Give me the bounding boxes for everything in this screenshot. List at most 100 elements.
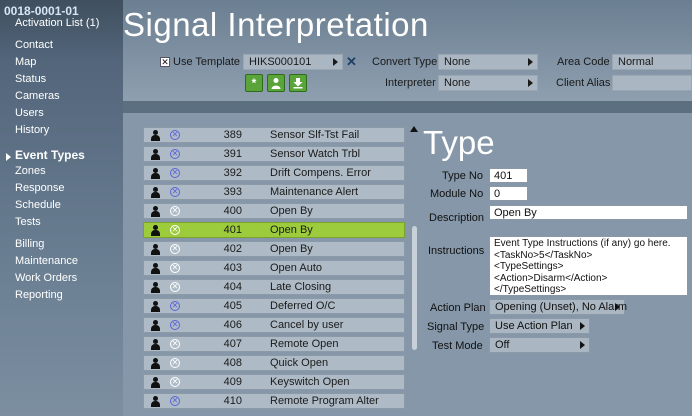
event-row[interactable]: ✕ 392 Drift Compens. Error [143, 165, 405, 181]
download-button[interactable] [289, 74, 307, 92]
circle-x-icon: ✕ [170, 263, 180, 273]
person-icon [150, 187, 160, 198]
person-icon [150, 225, 160, 236]
sidebar-item-tests[interactable]: Tests [15, 216, 41, 228]
sidebar-item-history[interactable]: History [15, 124, 49, 136]
person-icon [150, 244, 160, 255]
instructions-textarea[interactable]: Event Type Instructions (if any) go here… [489, 236, 688, 296]
circle-x-icon: ✕ [170, 130, 180, 140]
circle-x-icon: ✕ [170, 396, 180, 406]
event-row[interactable]: ✕ 400 Open By [143, 203, 405, 219]
event-row[interactable]: ✕ 402 Open By [143, 241, 405, 257]
event-row[interactable]: ✕ 407 Remote Open [143, 336, 405, 352]
event-number: 404 [223, 281, 242, 293]
person-icon [150, 301, 160, 312]
event-number: 409 [223, 376, 242, 388]
event-row[interactable]: ✕ 403 Open Auto [143, 260, 405, 276]
interpreter-select[interactable]: None [438, 75, 538, 91]
area-code-select[interactable]: Normal [612, 54, 692, 70]
sidebar-item-users[interactable]: Users [15, 107, 44, 119]
test-mode-select[interactable]: Off [489, 337, 590, 353]
event-row[interactable]: ✕ 406 Cancel by user [143, 317, 405, 333]
sidebar-item-contact[interactable]: Contact [15, 39, 53, 51]
event-row[interactable]: ✕ 389 Sensor Slf-Tst Fail [143, 127, 405, 143]
scrollbar-thumb[interactable] [412, 226, 417, 350]
person-icon [150, 358, 160, 369]
detail-heading: Type [423, 124, 495, 161]
event-name: Deferred O/C [270, 300, 336, 312]
event-row[interactable]: ✕ 409 Keyswitch Open [143, 374, 405, 390]
action-plan-label: Action Plan [430, 302, 486, 314]
event-number: 405 [223, 300, 242, 312]
module-no-field[interactable]: 0 [489, 186, 528, 201]
activation-list-link[interactable]: Activation List (1) [15, 17, 99, 29]
convert-type-select[interactable]: None [438, 54, 538, 70]
active-nav-arrow-icon [6, 153, 11, 161]
circle-x-icon: ✕ [170, 206, 180, 216]
circle-x-icon: ✕ [170, 339, 180, 349]
event-name: Sensor Watch Trbl [270, 148, 361, 160]
person-icon [150, 263, 160, 274]
event-name: Open By [270, 224, 313, 236]
sidebar-item-maintenance[interactable]: Maintenance [15, 255, 78, 267]
use-template-label: Use Template [173, 56, 241, 68]
description-field[interactable]: Open By [489, 205, 688, 220]
event-row[interactable]: ✕ 393 Maintenance Alert [143, 184, 405, 200]
chevron-right-icon [333, 58, 338, 66]
event-row[interactable]: ✕ 404 Late Closing [143, 279, 405, 295]
account-number[interactable]: 0018-0001-01 [4, 4, 79, 18]
event-row[interactable]: ✕ 401 Open By [143, 222, 405, 238]
event-name: Sensor Slf-Tst Fail [270, 129, 360, 141]
person-icon [150, 206, 160, 217]
sidebar-item-response[interactable]: Response [15, 182, 65, 194]
sidebar-item-reporting[interactable]: Reporting [15, 289, 63, 301]
circle-x-icon: ✕ [170, 282, 180, 292]
convert-type-value: None [444, 56, 471, 68]
person-icon [150, 339, 160, 350]
event-row[interactable]: ✕ 405 Deferred O/C [143, 298, 405, 314]
action-plan-select[interactable]: Opening (Unset), No Alarm [489, 299, 628, 315]
sidebar-item-status[interactable]: Status [15, 73, 46, 85]
circle-x-icon: ✕ [170, 187, 180, 197]
event-name: Remote Open [270, 338, 339, 350]
sidebar-item-cameras[interactable]: Cameras [15, 90, 60, 102]
sidebar-item-event-types[interactable]: Event Types [15, 148, 85, 162]
person-icon [150, 377, 160, 388]
description-label: Description [429, 212, 485, 224]
person-icon [150, 149, 160, 160]
person-button[interactable] [267, 74, 285, 92]
action-plan-value: Opening (Unset), No Alarm [495, 301, 628, 313]
event-number: 403 [223, 262, 242, 274]
signal-type-value: Use Action Plan [495, 320, 573, 332]
sidebar-item-map[interactable]: Map [15, 56, 36, 68]
asterisk-button[interactable]: * [245, 74, 263, 92]
signal-type-select[interactable]: Use Action Plan [489, 318, 590, 334]
circle-x-icon: ✕ [170, 168, 180, 178]
event-row[interactable]: ✕ 410 Remote Program Alter [143, 393, 405, 409]
sidebar-item-zones[interactable]: Zones [15, 165, 46, 177]
scroll-up-icon[interactable] [410, 126, 418, 132]
event-row[interactable]: ✕ 408 Quick Open [143, 355, 405, 371]
event-name: Open By [270, 205, 313, 217]
module-no-label: Module No [430, 188, 484, 200]
sidebar-item-schedule[interactable]: Schedule [15, 199, 61, 211]
event-name: Keyswitch Open [270, 376, 350, 388]
chevron-right-icon [528, 79, 533, 87]
event-name: Late Closing [270, 281, 332, 293]
type-no-field[interactable]: 401 [489, 168, 528, 183]
circle-x-icon: ✕ [170, 244, 180, 254]
template-select[interactable]: HIKS000101 [243, 54, 343, 70]
signal-type-label: Signal Type [427, 321, 485, 333]
client-alias-input[interactable] [612, 75, 692, 91]
circle-x-icon: ✕ [170, 149, 180, 159]
sidebar-item-billing[interactable]: Billing [15, 238, 44, 250]
use-template-checkbox[interactable]: ✕ [160, 57, 170, 67]
person-icon [150, 130, 160, 141]
clear-template-icon[interactable]: ✕ [346, 54, 357, 70]
type-no-label: Type No [442, 170, 483, 182]
event-row[interactable]: ✕ 391 Sensor Watch Trbl [143, 146, 405, 162]
sidebar-item-work-orders[interactable]: Work Orders [15, 272, 77, 284]
event-number: 391 [223, 148, 242, 160]
person-icon [150, 320, 160, 331]
area-code-value: Normal [618, 56, 654, 68]
